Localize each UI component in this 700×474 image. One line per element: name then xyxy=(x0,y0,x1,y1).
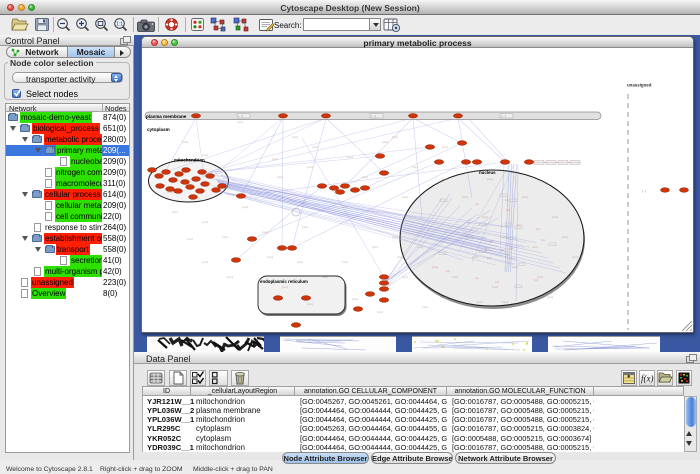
svg-text:nucleus: nucleus xyxy=(479,170,496,175)
svg-text:[xx]: [xx] xyxy=(446,270,450,273)
svg-text:[xx]: [xx] xyxy=(534,279,538,282)
svg-text:[xxxx]: [xxxx] xyxy=(222,236,228,239)
svg-text:[xx]: [xx] xyxy=(536,228,540,231)
svg-text:[xxxx]: [xxxx] xyxy=(237,121,243,124)
svg-text:[xxxx]: [xxxx] xyxy=(442,178,448,181)
svg-text:[...]: [...] xyxy=(372,114,376,118)
svg-text:[xxxx]: [xxxx] xyxy=(202,261,208,264)
svg-text:[xx]: [xx] xyxy=(475,203,479,206)
svg-text:[xxxx]: [xxxx] xyxy=(397,256,403,259)
svg-text:[xx]: [xx] xyxy=(487,257,491,260)
svg-text:[xxxx]: [xxxx] xyxy=(562,236,568,239)
svg-text:[xx]: [xx] xyxy=(495,281,499,284)
svg-text:[xxxx]: [xxxx] xyxy=(342,261,348,264)
svg-text:[xxxx]: [xxxx] xyxy=(292,136,298,139)
svg-text:Search:: Search: xyxy=(274,21,302,30)
svg-text:[xxxx]: [xxxx] xyxy=(277,176,283,179)
svg-text:[...]: [...] xyxy=(642,189,646,193)
svg-text:[xxxx]: [xxxx] xyxy=(452,276,458,279)
svg-text:[...]: [...] xyxy=(239,114,243,118)
svg-text:[xxxx]: [xxxx] xyxy=(547,296,553,299)
svg-text:[...]: [...] xyxy=(502,114,506,118)
svg-text:[xxxx]: [xxxx] xyxy=(442,296,448,299)
svg-text:[xxxx]: [xxxx] xyxy=(262,231,268,234)
svg-text:[xxxx]: [xxxx] xyxy=(502,236,508,239)
svg-text:[xxxx]: [xxxx] xyxy=(202,221,208,224)
svg-text:[xxxx]: [xxxx] xyxy=(552,216,558,219)
svg-text:[xxxx]: [xxxx] xyxy=(297,261,303,264)
svg-text:[xx]: [xx] xyxy=(463,231,467,234)
svg-text:1:1: 1:1 xyxy=(116,22,123,28)
svg-text:[xx]: [xx] xyxy=(490,240,494,243)
svg-text:[xx]: [xx] xyxy=(517,224,521,227)
svg-text:[xxxx]: [xxxx] xyxy=(227,276,233,279)
svg-text:[xx]: [xx] xyxy=(510,247,514,250)
svg-text:[xxxx]: [xxxx] xyxy=(367,218,373,221)
svg-text:[xxxx]: [xxxx] xyxy=(392,236,398,239)
svg-text:[xxxx]: [xxxx] xyxy=(362,176,368,179)
svg-text:[xxxx]: [xxxx] xyxy=(412,166,418,169)
svg-text:[xxxx]: [xxxx] xyxy=(242,206,248,209)
svg-text:[xx]: [xx] xyxy=(541,239,545,242)
svg-text:endoplasmic reticulum: endoplasmic reticulum xyxy=(260,279,308,284)
svg-text:[xxxx]: [xxxx] xyxy=(382,141,388,144)
svg-text:[xxxx]: [xxxx] xyxy=(537,276,543,279)
svg-text:[xxxx]: [xxxx] xyxy=(502,301,508,304)
svg-text:[xxxx]: [xxxx] xyxy=(202,154,208,157)
svg-text:[xxxx]: [xxxx] xyxy=(482,216,488,219)
svg-text:[xxxx]: [xxxx] xyxy=(462,196,468,199)
svg-text:[xxxx]: [xxxx] xyxy=(422,306,428,309)
svg-text:[xxxx]: [xxxx] xyxy=(417,246,423,249)
svg-text:[xx]: [xx] xyxy=(467,222,471,225)
svg-text:[xxxx]: [xxxx] xyxy=(472,256,478,259)
svg-text:[xxxx]: [xxxx] xyxy=(572,256,578,259)
svg-text:[xxxx]: [xxxx] xyxy=(352,298,358,301)
svg-text:cytoplasm: cytoplasm xyxy=(147,127,170,132)
svg-text:[xxxx]: [xxxx] xyxy=(187,238,193,241)
svg-text:[xxxx]: [xxxx] xyxy=(512,266,518,269)
svg-text:[xxxx]: [xxxx] xyxy=(377,311,383,314)
svg-text:[xxxx]: [xxxx] xyxy=(442,146,448,149)
svg-text:[xx]: [xx] xyxy=(475,277,479,280)
svg-text:[xxxx]: [xxxx] xyxy=(522,196,528,199)
svg-text:[xxxx]: [xxxx] xyxy=(402,196,408,199)
svg-text:[xxxx]: [xxxx] xyxy=(392,136,398,139)
svg-text:[xxxx]: [xxxx] xyxy=(477,301,483,304)
svg-text:[xx]: [xx] xyxy=(505,199,509,202)
svg-text:[xxxx]: [xxxx] xyxy=(492,286,498,289)
svg-text:plasma membrane: plasma membrane xyxy=(146,114,187,119)
svg-text:[xx]: [xx] xyxy=(506,209,510,212)
svg-text:[xxxx]: [xxxx] xyxy=(347,156,353,159)
svg-text:[xxxx]: [xxxx] xyxy=(307,166,313,169)
svg-text:[xxxx]: [xxxx] xyxy=(402,276,408,279)
svg-text:[xxxx]: [xxxx] xyxy=(182,141,188,144)
svg-text:[xxxx]: [xxxx] xyxy=(307,303,313,306)
svg-text:mitochondrion: mitochondrion xyxy=(174,158,205,163)
svg-text:[xxxx]: [xxxx] xyxy=(322,276,328,279)
svg-text:[xxxx]: [xxxx] xyxy=(272,158,278,161)
svg-text:[xxxx]: [xxxx] xyxy=(302,226,308,229)
svg-text:[xxxx]: [xxxx] xyxy=(432,266,438,269)
svg-text:[xxxx]: [xxxx] xyxy=(312,146,318,149)
svg-text:[xxxx]: [xxxx] xyxy=(172,211,178,214)
svg-text:[xxxx]: [xxxx] xyxy=(372,246,378,249)
svg-text:[xxxx]: [xxxx] xyxy=(282,286,288,289)
svg-text:unassigned: unassigned xyxy=(627,83,652,88)
svg-text:[xxxx]: [xxxx] xyxy=(532,246,538,249)
svg-text:[xxxx]: [xxxx] xyxy=(267,256,273,259)
svg-text:f(x): f(x) xyxy=(641,374,654,384)
svg-text:[xx]: [xx] xyxy=(501,249,505,252)
svg-text:[xxxx]: [xxxx] xyxy=(487,178,493,181)
svg-text:[xxxx]: [xxxx] xyxy=(342,206,348,209)
